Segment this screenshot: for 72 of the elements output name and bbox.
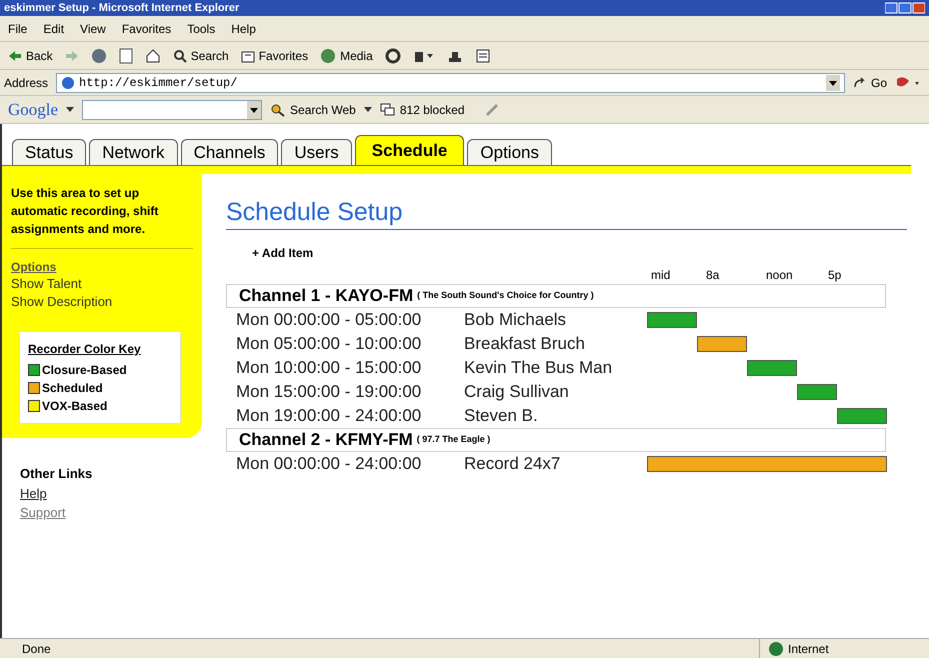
time-range: Mon 05:00:00 - 10:00:00 xyxy=(235,333,422,356)
popup-blocker-button[interactable]: 812 blocked xyxy=(380,100,465,118)
google-logo[interactable]: Google xyxy=(8,96,58,122)
color-key-title: Recorder Color Key xyxy=(28,341,142,358)
talent-name: Record 24x7 xyxy=(464,453,562,476)
channel-name: Channel 2 - KFMY-FM xyxy=(239,429,413,452)
options-link[interactable]: Options xyxy=(11,259,193,275)
back-arrow-icon[interactable] xyxy=(8,50,22,62)
tab[interactable]: Channels xyxy=(180,139,278,165)
window-controls-icon[interactable] xyxy=(885,2,925,14)
time-range: Mon 00:00:00 - 24:00:00 xyxy=(235,453,422,476)
timeline-label: 5p xyxy=(828,267,842,284)
channel-tagline: ( 97.7 The Eagle ) xyxy=(416,433,490,446)
channel-tagline: ( The South Sound's Choice for Country ) xyxy=(417,289,594,302)
search-field[interactable] xyxy=(82,100,262,120)
globe-icon[interactable] xyxy=(768,640,784,656)
add-item-link[interactable]: + Add Item xyxy=(252,244,314,262)
color-key-label: Closure-Based xyxy=(42,362,127,379)
window-title: eskimmer Setup - Microsoft Internet Explorer xyxy=(4,0,240,16)
tab[interactable]: Status xyxy=(12,139,86,165)
caret-icon[interactable] xyxy=(364,106,372,112)
menu-item[interactable]: Favorites xyxy=(122,20,172,38)
page-heading: Schedule Setup xyxy=(226,196,907,230)
sidebar-link[interactable]: Support xyxy=(20,503,66,522)
tab[interactable]: Network xyxy=(89,139,178,165)
intro-text: Use this area to set up automatic recording, shift assignments and more. xyxy=(11,185,160,238)
globe-icon[interactable] xyxy=(320,48,336,64)
timeline-label: 8a xyxy=(706,267,720,284)
popup-icon[interactable] xyxy=(380,102,396,116)
menu-item[interactable]: View xyxy=(80,20,106,38)
option-link[interactable]: Show Description xyxy=(11,293,193,311)
timeline-label: mid xyxy=(651,267,670,284)
menu-item[interactable]: File xyxy=(8,20,28,38)
search-button[interactable]: Search xyxy=(172,46,229,64)
time-range: Mon 00:00:00 - 05:00:00 xyxy=(235,309,422,332)
address-label: Address xyxy=(4,74,48,92)
back-button[interactable]: Back xyxy=(8,46,53,64)
menu-item[interactable]: Edit xyxy=(43,20,64,38)
talent-name: Steven B. xyxy=(464,405,539,428)
home-icon[interactable] xyxy=(144,48,161,64)
search-web-button[interactable]: Search Web xyxy=(270,100,356,118)
media-button[interactable]: Media xyxy=(320,46,373,64)
talent-name: Craig Sullivan xyxy=(464,381,570,404)
tab[interactable]: Users xyxy=(281,139,352,165)
talent-name: Breakfast Bruch xyxy=(464,333,586,356)
talent-name: Kevin The Bus Man xyxy=(464,357,614,380)
sidebar-link[interactable]: Help xyxy=(20,484,47,503)
favorites-button[interactable]: Favorites xyxy=(240,46,308,64)
zone-label: Internet xyxy=(788,640,829,658)
caret-icon[interactable] xyxy=(66,106,74,112)
address-field[interactable]: http://eskimmer/setup/ xyxy=(56,72,845,92)
tab[interactable]: Schedule xyxy=(354,135,464,165)
talent-name: Bob Michaels xyxy=(464,309,568,332)
go-button[interactable]: Go xyxy=(852,74,887,92)
status-text: Done xyxy=(21,640,52,658)
option-link[interactable]: Show Talent xyxy=(11,275,193,293)
dropdown-icon[interactable] xyxy=(247,100,262,118)
color-key-label: Scheduled xyxy=(42,380,103,397)
go-arrow-icon[interactable] xyxy=(852,76,867,88)
time-range: Mon 15:00:00 - 19:00:00 xyxy=(235,381,422,404)
other-links-heading: Other Links xyxy=(20,465,94,483)
time-range: Mon 19:00:00 - 24:00:00 xyxy=(235,405,422,428)
page-icon[interactable] xyxy=(61,76,76,90)
color-key-label: VOX-Based xyxy=(42,398,108,415)
channel-name: Channel 1 - KAYO-FM xyxy=(239,285,414,308)
menu-item[interactable]: Tools xyxy=(187,20,216,38)
timeline-label: noon xyxy=(766,267,793,284)
menu-item[interactable]: Help xyxy=(231,20,256,38)
search-icon[interactable] xyxy=(172,48,187,62)
tab[interactable]: Options xyxy=(467,139,552,165)
dropdown-icon[interactable] xyxy=(826,74,840,90)
time-range: Mon 10:00:00 - 15:00:00 xyxy=(235,357,422,380)
